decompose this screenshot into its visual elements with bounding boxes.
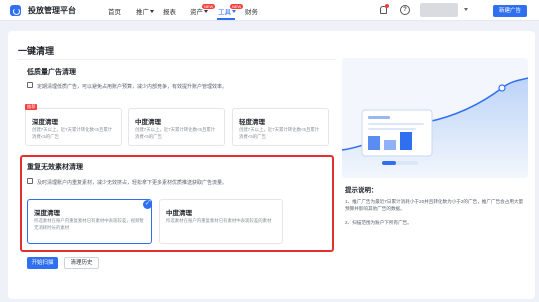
recommended-tag: 推荐 xyxy=(25,104,38,110)
box-icon xyxy=(27,178,33,184)
option-desc: 创建7天以上，近7天累计转化数<5且累计消费<5的广告 xyxy=(239,127,320,139)
trend-illustration-icon xyxy=(342,77,528,178)
nav-item-home[interactable]: 首页 xyxy=(108,6,121,16)
start-scan-button[interactable]: 开始扫描 xyxy=(27,257,58,269)
option-title: 深度清理 xyxy=(32,119,58,126)
option-card-material-deep[interactable]: 深度清理 所选素材在账户内重复素材已有素材中表现较差，视频暂无消耗时长的素材 xyxy=(27,199,152,244)
option-desc: 创建7天以上，近7天累计转化数<5且累计消费<5的广告 xyxy=(32,127,113,139)
tips-title: 提示说明： xyxy=(345,187,378,194)
option-card-medium[interactable]: 中度清理 创建7天以上，近7天累计转化数<5且累计消费<5的广告 xyxy=(128,108,225,146)
option-title: 中度清理 xyxy=(135,119,161,126)
app-title: 投放管理平台 xyxy=(28,6,76,15)
nav-item-finance[interactable]: 财务 xyxy=(245,6,258,16)
option-title: 深度清理 xyxy=(34,210,60,217)
option-title: 轻度清理 xyxy=(239,119,265,126)
option-card-deep[interactable]: 深度清理 创建7天以上，近7天累计转化数<5且累计消费<5的广告 xyxy=(25,108,122,146)
chevron-down-icon xyxy=(232,10,236,13)
option-desc: 所选素材在账户内重复素材已有素材中表现较差的素材 xyxy=(166,218,272,223)
tip-item: 1、推广广告为最近7日累计消耗小于20并且转化数为小于2的广告，推广广告会占用大… xyxy=(345,199,524,211)
top-bar: 投放管理平台 首页 推广 报表 资产 NEW 工具 NEW 财务 ? 新建广告 xyxy=(0,0,539,21)
nav-item-promotion[interactable]: 推广 xyxy=(136,6,154,16)
option-card-material-medium[interactable]: 中度清理 所选素材在账户内重复素材已有素材中表现较差的素材 xyxy=(159,199,283,244)
tip-item: 2、扫描范围为账户下所有广告。 xyxy=(345,220,412,225)
new-badge: NEW xyxy=(202,4,216,9)
page-title: 一键清理 xyxy=(18,46,55,56)
help-icon[interactable]: ? xyxy=(400,5,410,15)
clean-history-button[interactable]: 清理历史 xyxy=(64,257,99,269)
chevron-down-icon[interactable] xyxy=(463,8,468,14)
account-avatar[interactable] xyxy=(420,3,458,17)
low-quality-section-title: 低质量广告清理 xyxy=(27,69,76,76)
notification-dot xyxy=(385,4,389,8)
option-desc: 所选素材在账户内重复素材已有素材中表现较差，视频暂无消耗时长的素材 xyxy=(34,218,144,230)
new-badge: NEW xyxy=(230,4,244,9)
new-ad-button[interactable]: 新建广告 xyxy=(493,5,527,17)
material-section-title: 重复无效素材清理 xyxy=(27,164,83,171)
divider xyxy=(18,59,336,60)
active-tab-indicator xyxy=(217,18,235,20)
box-icon xyxy=(27,82,33,88)
chevron-down-icon xyxy=(150,10,154,13)
material-section-desc: 及时清理账户内重复素材，减少无效挤占，轻松拿下更多素材优质推送获取广告流量。 xyxy=(37,180,228,186)
chevron-down-icon xyxy=(204,10,208,13)
nav-item-reports[interactable]: 报表 xyxy=(163,6,176,16)
option-title: 中度清理 xyxy=(166,210,192,217)
illustration xyxy=(342,58,528,178)
logo-icon[interactable] xyxy=(10,5,21,16)
option-desc: 创建7天以上，近7天累计转化数<5且累计消费<5的广告 xyxy=(135,127,216,139)
check-icon: ✓ xyxy=(143,200,152,209)
low-quality-section-desc: 定期清理低质广告，可以避免占用账户预算，减少内部竞争，有效提升账户管理效率。 xyxy=(37,84,228,90)
option-card-light[interactable]: 轻度清理 创建7天以上，近7天累计转化数<5且累计消费<5的广告 xyxy=(232,108,329,146)
